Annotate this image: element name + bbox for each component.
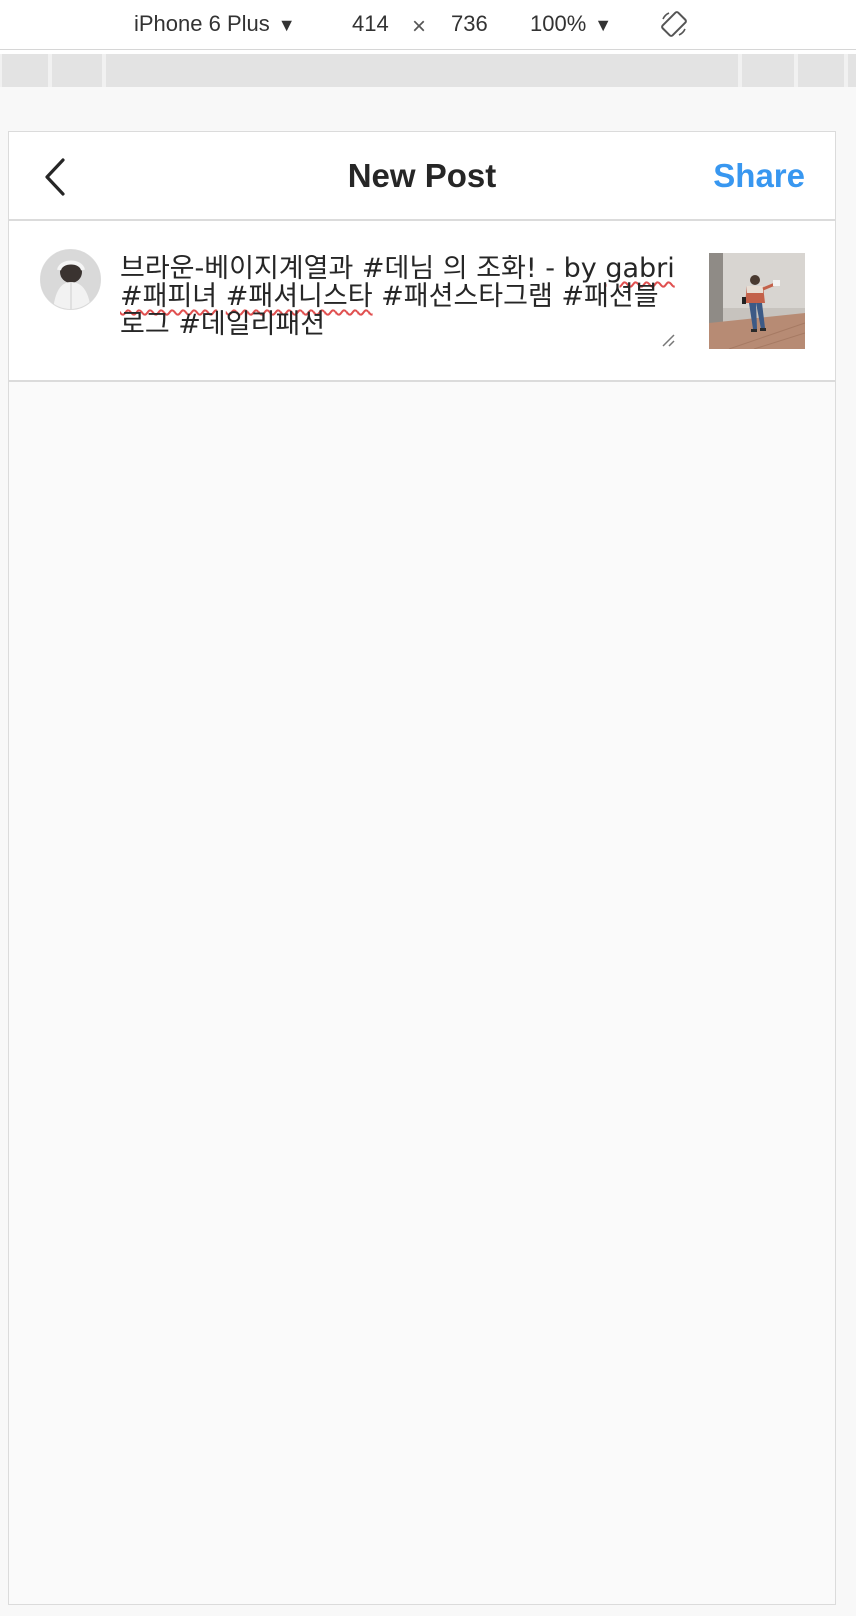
width-input[interactable]: 414 [352, 9, 389, 39]
device-toolbar: iPhone 6 Plus ▼ 414 × 736 100% ▼ [0, 0, 856, 50]
times-icon: × [412, 13, 427, 40]
rotate-icon[interactable] [660, 10, 688, 38]
dropdown-arrow-icon: ▼ [594, 15, 613, 35]
ruler-segment[interactable] [742, 54, 794, 87]
caption-space [217, 281, 226, 312]
phone-viewport: New Post Share 브라운-베이지계열과 #데님 의 조화! - by… [8, 131, 836, 1605]
caption-text: 브라운-베이지계열과 #데님 의 조화! - by [120, 255, 606, 284]
compose-area: 브라운-베이지계열과 #데님 의 조화! - by gabri #패피녀 #패셔니… [9, 221, 835, 382]
caption-username: gabri [605, 255, 675, 284]
avatar [40, 249, 101, 310]
ruler-segment[interactable] [106, 54, 738, 87]
ruler-segment[interactable] [52, 54, 102, 87]
height-input[interactable]: 736 [451, 9, 488, 39]
new-post-header: New Post Share [9, 132, 835, 221]
caption-hashtag: #패피녀 [120, 281, 218, 312]
zoom-select[interactable]: 100% ▼ [530, 9, 612, 40]
ruler-segment[interactable] [798, 54, 844, 87]
share-button[interactable]: Share [713, 156, 805, 196]
zoom-value: 100% [530, 11, 587, 36]
ruler-segment[interactable] [2, 54, 48, 87]
device-name: iPhone 6 Plus [134, 11, 270, 36]
ruler-segment[interactable] [848, 54, 856, 87]
page-title: New Post [347, 157, 497, 194]
resize-handle-icon[interactable] [660, 332, 676, 348]
dropdown-arrow-icon: ▼ [277, 15, 296, 35]
device-select[interactable]: iPhone 6 Plus ▼ [134, 9, 296, 40]
post-thumbnail [709, 253, 805, 349]
caption-hashtag: #패셔니스타 [225, 281, 373, 312]
caption-textarea[interactable]: 브라운-베이지계열과 #데님 의 조화! - by gabri #패피녀 #패셔니… [120, 255, 680, 346]
media-query-ruler [0, 54, 856, 87]
